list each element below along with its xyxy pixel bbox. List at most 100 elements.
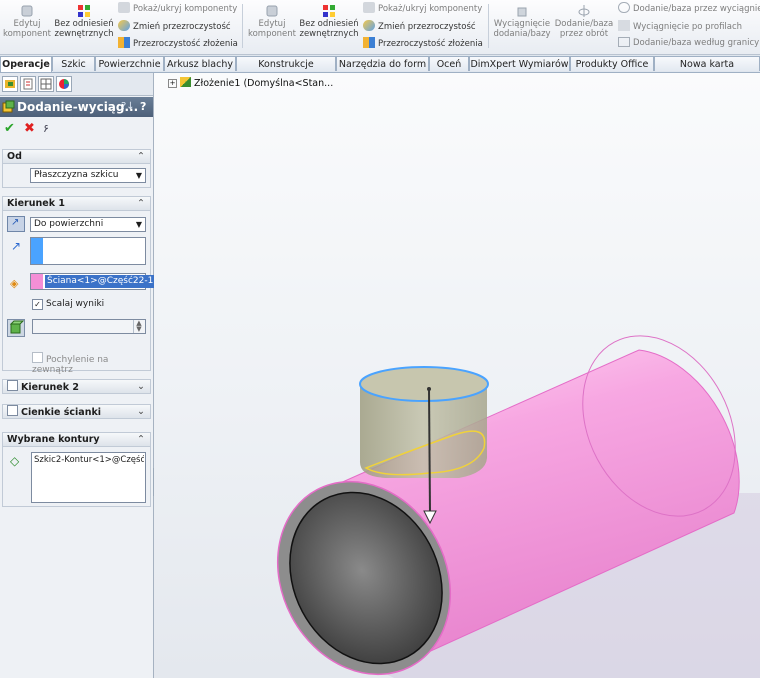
change-transparency-button[interactable]: Zmień przezroczystość (118, 20, 231, 33)
draft-outward-checkbox[interactable]: Pochylenie na zewnątrz (32, 352, 150, 375)
extruded-cut-button[interactable]: Wyciągnięcie dodania/bazy (492, 2, 552, 39)
thin-feature-group-header[interactable]: Cienkie ścianki ⌄ (2, 404, 151, 419)
property-manager-panel: Dodanie-wyciąg... ?↓ ? ✔ ✖ ۶ Od ⌃ Płaszcz… (0, 73, 156, 678)
tab-nowa-karta[interactable]: Nowa karta (654, 56, 760, 71)
tab-operacje[interactable]: Operacje (0, 56, 52, 72)
boundary-icon (618, 37, 630, 47)
display-manager-tab[interactable] (56, 76, 72, 92)
assembly-transparency-button[interactable]: Przezroczystość złożenia (118, 37, 238, 50)
feature-tree-icon (5, 80, 15, 88)
direction-vector-icon: ↗ (11, 239, 22, 253)
preview-glasses-icon[interactable]: ۶ (43, 122, 49, 135)
draft-angle-spinner[interactable]: ▲ ▼ (32, 319, 146, 334)
face-icon: ◈ (10, 277, 19, 290)
help-icon[interactable]: ?↓ (121, 101, 135, 112)
tab-konstrukcje-spawane[interactable]: Konstrukcje spawane (236, 56, 336, 85)
tab-szkic[interactable]: Szkic (52, 56, 95, 71)
transparency-icon (118, 20, 130, 31)
contours-list[interactable]: Szkic2-Kontur<1>@Część2: (31, 452, 146, 503)
assembly-transparency-button-2[interactable]: Przezroczystość złożenia (363, 37, 483, 50)
boundary-button[interactable]: Dodanie/baza według granicy (618, 37, 759, 49)
configuration-manager-tab[interactable] (38, 76, 54, 92)
expand-icon[interactable]: ⌄ (137, 380, 145, 393)
selected-contours-group-header[interactable]: Wybrane kontury ⌃ (2, 432, 151, 447)
collapse-icon[interactable]: ⌃ (137, 197, 145, 210)
command-tabs: Operacje Szkic Powierzchnie Arkusz blach… (0, 55, 760, 85)
configuration-icon (40, 78, 52, 90)
show-hide-components-button-2[interactable]: Pokaż/ukryj komponenty (363, 2, 482, 15)
selected-contours-group-body: ◇ Szkic2-Kontur<1>@Część2: (2, 447, 151, 507)
action-buttons: ✔ ✖ ۶ (4, 121, 64, 137)
change-transparency-button-2[interactable]: Zmień przezroczystość (363, 20, 476, 33)
manager-tabs (0, 73, 153, 96)
draft-button[interactable] (7, 319, 25, 337)
transparency-icon (363, 20, 375, 31)
direction1-group-header[interactable]: Kierunek 1 ⌃ (2, 196, 151, 211)
direction1-group-body: ↗ Do powierzchni ▼ ↗ ◈ Ściana<1>@Część22-… (2, 211, 156, 375)
external-refs-icon (323, 5, 335, 17)
merge-checkbox-box[interactable]: ✓ (32, 299, 43, 310)
swept-icon (618, 2, 630, 13)
direction2-checkbox[interactable] (7, 380, 18, 391)
feature-manager-tab[interactable] (2, 76, 18, 92)
no-external-refs-button-2[interactable]: Bez odniesień zewnętrznych (299, 2, 359, 39)
thin-feature-checkbox[interactable] (7, 405, 18, 416)
assembly-transparency-icon (118, 37, 130, 48)
revolve-button[interactable]: Dodanie/baza przez obrót (554, 2, 614, 39)
from-group-body: Płaszczyzna szkicu ▼ (2, 164, 151, 188)
chevron-down-icon: ▼ (135, 220, 142, 229)
show-hide-icon (118, 2, 130, 13)
collapse-icon[interactable]: ⌃ (137, 433, 145, 446)
end-condition-select[interactable]: Do powierzchni ▼ (30, 217, 146, 232)
extrude-icon (517, 7, 527, 17)
model-scene (276, 335, 760, 678)
edit-component-icon (21, 5, 33, 17)
from-select[interactable]: Płaszczyzna szkicu ▼ (30, 168, 146, 183)
tab-powierzchnie[interactable]: Powierzchnie (95, 56, 164, 71)
draft-outward-box[interactable] (32, 352, 43, 363)
edit-component-button-2[interactable]: Edytuj komponent (247, 2, 297, 39)
tab-arkusz-blachy[interactable]: Arkusz blachy (164, 56, 236, 71)
reverse-direction-button[interactable]: ↗ (7, 216, 25, 232)
graphics-viewport[interactable]: + Złożenie1 (Domyślna<Stan... (154, 73, 760, 678)
page-title: Dodanie-wyciąg... (17, 100, 139, 114)
collapse-icon[interactable]: ⌃ (137, 150, 145, 163)
ribbon-separator (488, 4, 489, 48)
contour-icon: ◇ (10, 454, 20, 468)
cancel-x-icon[interactable]: ✖ (24, 121, 35, 136)
tab-narzedzia-do-form[interactable]: Narzędzia do form (336, 56, 429, 71)
help-button[interactable]: ? (140, 100, 146, 113)
property-manager-title-bar: Dodanie-wyciąg... ?↓ ? (0, 97, 153, 117)
ok-check-icon[interactable]: ✔ (4, 121, 15, 136)
direction-vector-field[interactable] (30, 237, 146, 265)
tab-ocen[interactable]: Oceń (429, 56, 469, 71)
swept-button[interactable]: Dodanie/baza przez wyciągnięc (618, 2, 760, 15)
reverse-direction-icon: ↗ (11, 217, 20, 228)
ribbon-separator (242, 4, 243, 48)
expand-icon[interactable]: ⌄ (137, 405, 145, 418)
command-manager-ribbon: Edytuj komponent Bez odniesień zewnętrzn… (0, 0, 760, 55)
from-group-header[interactable]: Od ⌃ (2, 149, 151, 164)
face-selection-field[interactable]: Ściana<1>@Część22-1 (30, 273, 156, 290)
assembly-transparency-icon (363, 37, 375, 48)
face-reference: Ściana<1>@Część22-1 (45, 275, 156, 288)
no-external-refs-button[interactable]: Bez odniesień zewnętrznych (54, 2, 114, 39)
extrude-feature-icon (2, 100, 15, 113)
property-manager-icon (23, 78, 33, 90)
chevron-down-icon: ▼ (135, 171, 142, 180)
merge-result-checkbox[interactable]: ✓ Scalaj wyniki (32, 299, 104, 310)
tab-dimxpert[interactable]: DimXpert Wymiarów (469, 56, 570, 71)
blue-selection-swatch (31, 238, 43, 264)
tab-produkty-office[interactable]: Produkty Office (570, 56, 654, 71)
revolve-icon (578, 5, 590, 17)
draft-icon (9, 320, 25, 334)
pink-selection-swatch (31, 274, 43, 289)
contour-list-item[interactable]: Szkic2-Kontur<1>@Część2: (34, 455, 144, 465)
edit-component-button[interactable]: Edytuj komponent (2, 2, 52, 39)
spinner-arrows-icon[interactable]: ▲ ▼ (133, 320, 144, 333)
direction2-group-header[interactable]: Kierunek 2 ⌄ (2, 379, 151, 394)
property-manager-tab[interactable] (20, 76, 36, 92)
loft-icon (618, 20, 630, 31)
loft-cut-button[interactable]: Wyciągnięcie po profilach (618, 20, 742, 33)
show-hide-components-button[interactable]: Pokaż/ukryj komponenty (118, 2, 237, 15)
